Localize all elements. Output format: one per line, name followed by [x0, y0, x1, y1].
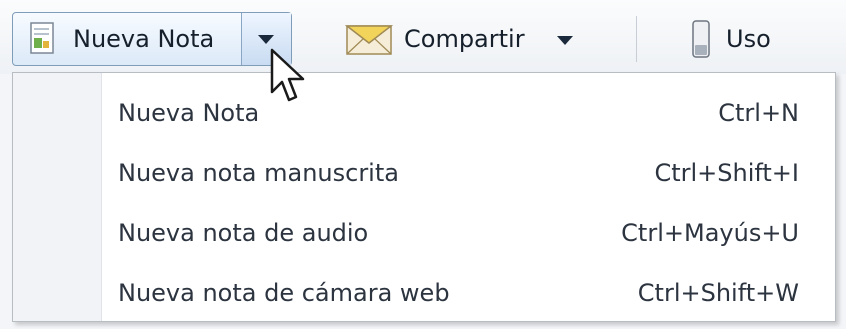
- usage-meter-icon: [690, 19, 712, 59]
- menu-item-shortcut: Ctrl+Shift+I: [654, 159, 799, 187]
- menu-item-shortcut: Ctrl+Mayús+U: [621, 219, 799, 247]
- new-note-label: Nueva Nota: [73, 25, 215, 53]
- chevron-down-icon: [556, 35, 573, 45]
- menu-item-label: Nueva nota manuscrita: [118, 159, 399, 187]
- menu-item-new-webcam-note[interactable]: Nueva nota de cámara web Ctrl+Shift+W: [102, 263, 835, 323]
- menu-icon-gutter: [13, 73, 102, 321]
- toolbar: Nueva Nota Compartir Uso: [0, 0, 846, 74]
- menu-item-label: Nueva nota de cámara web: [118, 279, 450, 307]
- toolbar-separator: [636, 16, 637, 62]
- menu-item-label: Nueva Nota: [118, 99, 260, 127]
- usage-label: Uso: [726, 25, 771, 53]
- new-note-dropdown-menu: Nueva Nota Ctrl+N Nueva nota manuscrita …: [12, 72, 836, 322]
- chevron-down-icon: [258, 35, 274, 44]
- note-icon: [29, 22, 59, 56]
- usage-button[interactable]: Uso: [690, 12, 771, 66]
- new-note-split-button[interactable]: Nueva Nota: [12, 12, 292, 66]
- menu-item-shortcut: Ctrl+N: [718, 99, 799, 127]
- menu-item-new-audio-note[interactable]: Nueva nota de audio Ctrl+Mayús+U: [102, 203, 835, 263]
- menu-item-shortcut: Ctrl+Shift+W: [637, 279, 799, 307]
- share-button[interactable]: Compartir: [344, 12, 573, 66]
- share-label: Compartir: [404, 25, 525, 53]
- new-note-button[interactable]: Nueva Nota: [13, 13, 241, 65]
- mouse-pointer-icon: [270, 48, 306, 110]
- envelope-icon: [344, 21, 394, 57]
- menu-item-new-handwritten-note[interactable]: Nueva nota manuscrita Ctrl+Shift+I: [102, 143, 835, 203]
- menu-item-label: Nueva nota de audio: [118, 219, 369, 247]
- menu-item-new-note[interactable]: Nueva Nota Ctrl+N: [102, 83, 835, 143]
